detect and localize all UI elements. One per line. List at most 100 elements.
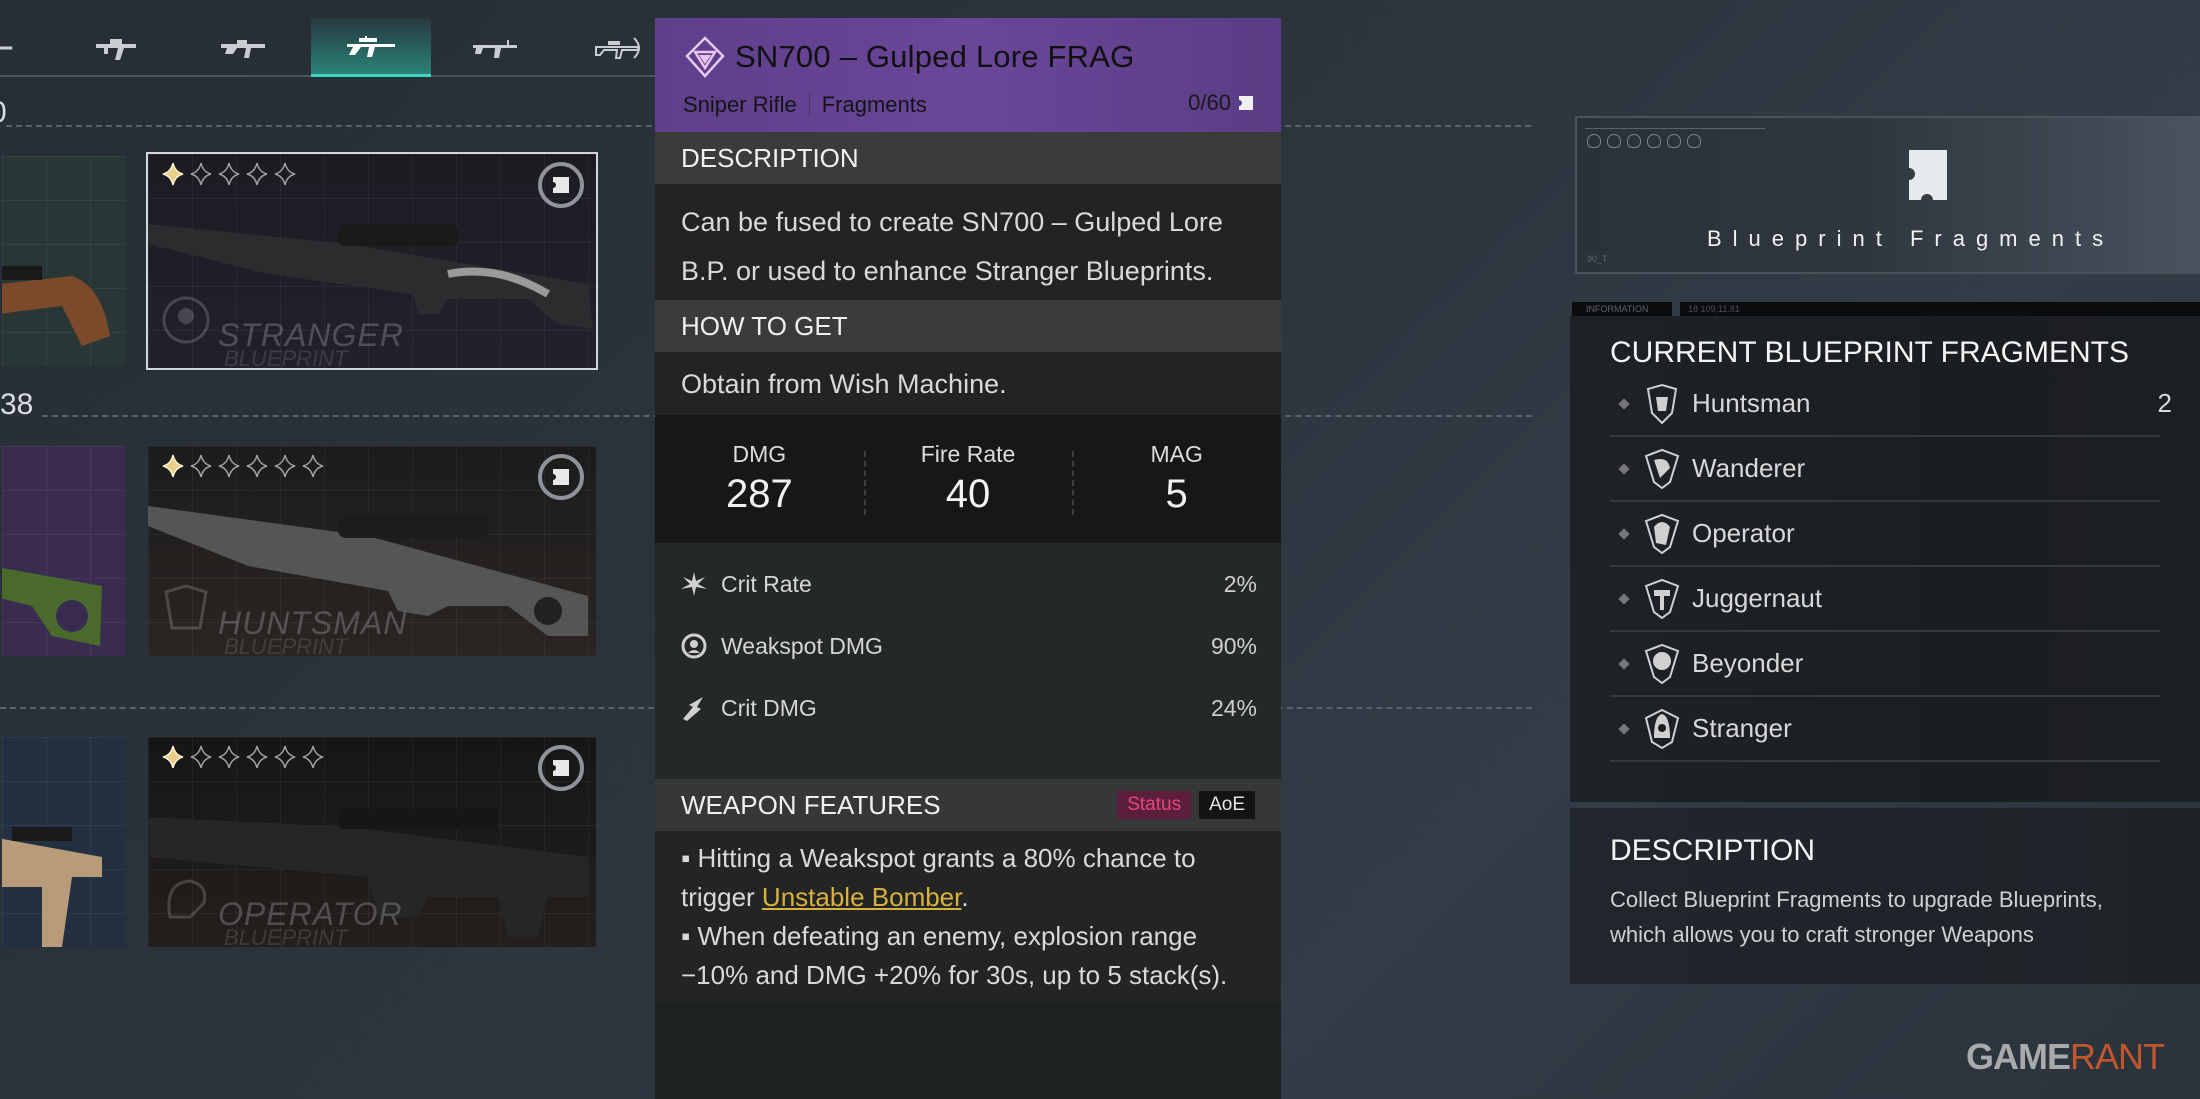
wanderer-faction-icon	[1644, 448, 1680, 489]
blueprint-card-operator[interactable]: OPERATOR BLUEPRINT	[146, 735, 598, 949]
attribute-row-crit-rate: Crit Rate 2%	[679, 553, 1257, 615]
star-empty-icon	[302, 745, 324, 769]
card-brand-sub: BLUEPRINT	[224, 346, 348, 370]
attribute-label: Weakspot DMG	[721, 632, 883, 659]
rarity-stars	[162, 454, 324, 478]
fragment-name: Wanderer	[1692, 453, 1806, 483]
faction-mini-icon	[1587, 134, 1601, 148]
crossbow-icon	[595, 36, 640, 59]
star-empty-icon	[246, 162, 268, 186]
fragment-name: Juggernaut	[1692, 583, 1823, 613]
banner-label: Blueprint Fragments	[1707, 226, 2115, 251]
tab-sniper-rifle[interactable]	[311, 18, 431, 77]
blueprint-card-partial[interactable]	[0, 735, 128, 949]
attribute-value: 24%	[1210, 694, 1257, 721]
bullet-icon	[1618, 722, 1630, 735]
stat-label: DMG	[732, 441, 787, 467]
feature-1: ▪ Hitting a Weakspot grants a 80% chance…	[681, 839, 1255, 917]
stat-mag: MAG 5	[1072, 441, 1281, 517]
fragment-button[interactable]	[538, 454, 584, 500]
fragment-item-beyonder[interactable]: Beyonder	[1610, 632, 2160, 697]
stat-label: MAG	[1150, 441, 1203, 467]
stat-value: 287	[725, 472, 793, 516]
tab-assault-rifle[interactable]	[185, 18, 305, 77]
blueprint-card-partial[interactable]	[0, 444, 128, 658]
bullet-icon	[1618, 462, 1630, 475]
tab-smg[interactable]	[60, 18, 180, 77]
weapon-features-body: ▪ Hitting a Weakspot grants a 80% chance…	[655, 831, 1281, 1003]
stat-value: 40	[945, 472, 991, 516]
blueprint-fragments-banner: Blueprint Fragments 90_T	[1575, 116, 2200, 274]
blueprint-card-huntsman[interactable]: HUNTSMAN BLUEPRINT	[146, 444, 598, 658]
information-bar: INFORMATION 18 109,11.81	[1572, 302, 2200, 316]
bullet-icon	[1618, 592, 1630, 605]
puzzle-piece-icon	[553, 469, 569, 485]
attribute-row-crit-dmg: Crit DMG 24%	[679, 677, 1257, 739]
fragment-item-operator[interactable]: Operator	[1610, 502, 2160, 567]
stranger-faction-icon	[1644, 708, 1680, 749]
faction-mini-icon	[1687, 134, 1701, 148]
attribute-list: Crit Rate 2% Weakspot DMG 90% Crit DMG 2…	[655, 543, 1281, 779]
stat-label: Fire Rate	[920, 441, 1016, 467]
item-header: SN700 – Gulped Lore FRAG Sniper Rifle Fr…	[655, 18, 1281, 132]
divider	[808, 93, 810, 117]
unstable-bomber-link[interactable]: Unstable Bomber	[762, 882, 961, 912]
attribute-value: 90%	[1210, 632, 1257, 659]
star-empty-icon	[274, 162, 296, 186]
puzzle-piece-icon	[553, 177, 569, 193]
rarity-diamond-icon	[685, 36, 725, 78]
attribute-value: 2%	[1223, 570, 1257, 597]
stat-dmg: DMG 287	[655, 441, 864, 517]
watermark-part2: RANT	[2070, 1036, 2165, 1077]
shotgun-icon	[0, 45, 13, 50]
puzzle-piece-icon	[553, 760, 569, 776]
blueprint-card-partial[interactable]	[0, 154, 128, 368]
rifle-image	[2, 266, 110, 346]
fragment-item-stranger[interactable]: Stranger	[1610, 697, 2160, 762]
blueprint-card-stranger[interactable]: STRANGER BLUEPRINT	[146, 152, 598, 370]
fragment-item-wanderer[interactable]: Wanderer	[1610, 437, 2160, 502]
description-heading: DESCRIPTION	[1610, 834, 1816, 867]
star-empty-icon	[218, 162, 240, 186]
crit-dmg-icon	[683, 697, 703, 721]
tab-shotgun-partial[interactable]	[0, 18, 40, 77]
how-to-get-heading: HOW TO GET	[655, 300, 1281, 352]
fragment-name: Stranger	[1692, 713, 1792, 743]
fragment-item-juggernaut[interactable]: Juggernaut	[1610, 567, 2160, 632]
star-empty-icon	[302, 454, 324, 478]
star-empty-icon	[190, 162, 212, 186]
decorative-line	[1585, 128, 1765, 129]
bullet-icon	[1618, 397, 1630, 410]
bullet-icon	[1618, 527, 1630, 540]
bullet-icon	[1618, 657, 1630, 670]
how-to-get-text: Obtain from Wish Machine.	[655, 352, 1281, 415]
fragments-description-panel: DESCRIPTION Collect Blueprint Fragments …	[1570, 808, 2200, 984]
star-filled-icon	[162, 454, 184, 478]
stat-fire-rate: Fire Rate 40	[863, 441, 1073, 517]
attribute-row-weakspot-dmg: Weakspot DMG 90%	[679, 615, 1257, 677]
description-text: Collect Blueprint Fragments to upgrade B…	[1610, 887, 2103, 947]
tag-status: Status	[1117, 791, 1192, 819]
rifle-image	[2, 567, 102, 646]
fragment-item-huntsman[interactable]: Huntsman 2	[1610, 372, 2172, 437]
fragment-button[interactable]	[538, 745, 584, 791]
faction-mini-icon	[1627, 134, 1641, 148]
item-category: Fragments	[821, 92, 927, 117]
description-text: Can be fused to create SN700 – Gulped Lo…	[655, 184, 1281, 300]
current-fragments-panel: CURRENT BLUEPRINT FRAGMENTS Huntsman 2 W…	[1570, 316, 2200, 802]
gamerant-watermark: GAMERANT	[1966, 1036, 2165, 1078]
fragment-name: Huntsman	[1692, 388, 1811, 418]
crit-rate-icon	[681, 572, 707, 596]
tab-lmg[interactable]	[437, 18, 557, 77]
info-bar-label: INFORMATION	[1572, 302, 1672, 316]
fragment-button[interactable]	[538, 162, 584, 208]
owned-count: 0/60	[1188, 90, 1255, 116]
row-label-38: 38	[0, 388, 34, 421]
beyonder-faction-icon	[1644, 643, 1680, 684]
fragments-heading: CURRENT BLUEPRINT FRAGMENTS	[1610, 336, 2129, 369]
star-filled-icon	[162, 162, 184, 186]
faction-mini-icon	[1607, 134, 1621, 148]
attribute-label: Crit DMG	[721, 694, 817, 721]
description-heading: DESCRIPTION	[655, 132, 1281, 184]
weapon-type-tabs	[0, 0, 655, 77]
